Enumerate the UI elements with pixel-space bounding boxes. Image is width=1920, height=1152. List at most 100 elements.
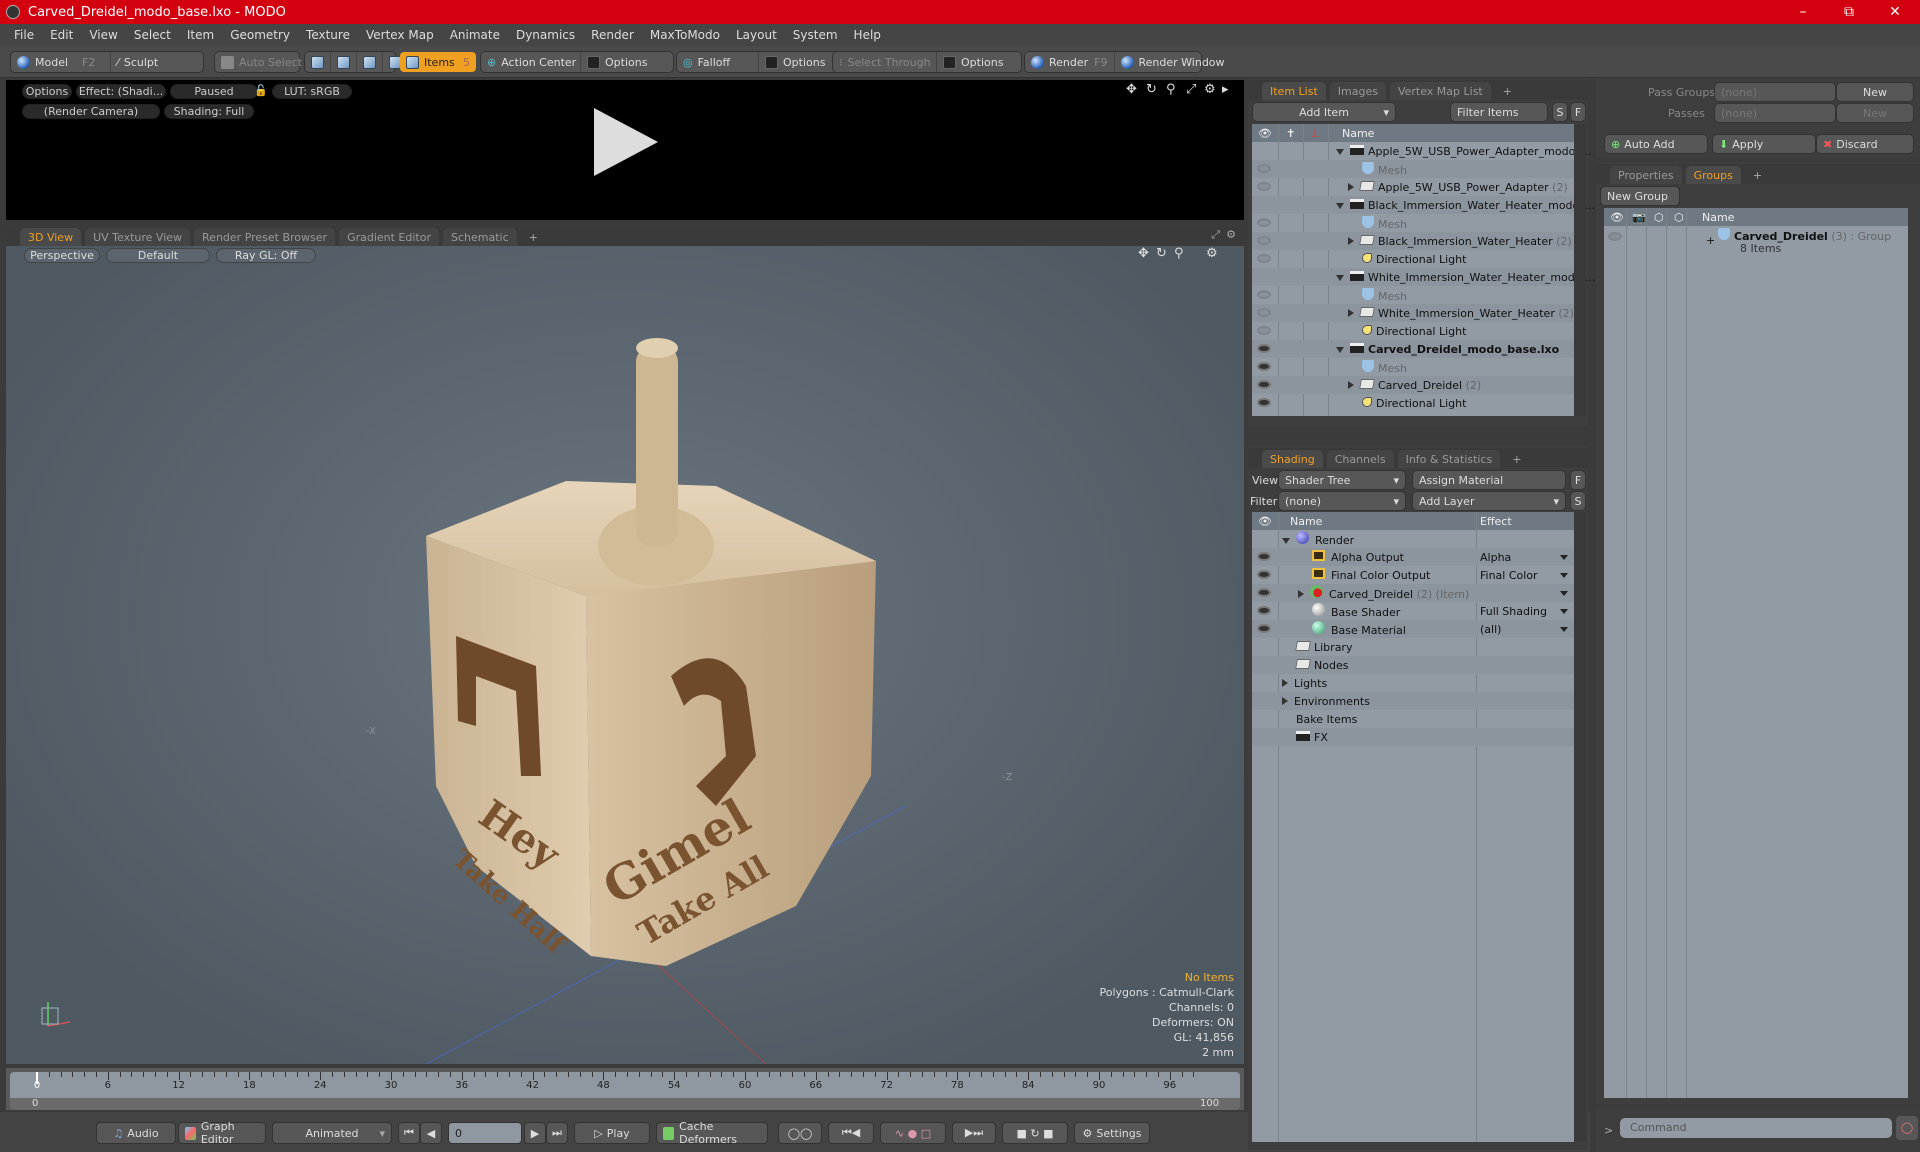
- add-item-dropdown[interactable]: Add Item ▾: [1252, 102, 1396, 122]
- item-row[interactable]: Mesh: [1252, 214, 1574, 232]
- visibility-toggle-icon[interactable]: [1257, 362, 1271, 371]
- panel-menu-arrow-icon[interactable]: ▸: [1222, 82, 1229, 97]
- close-button[interactable]: ✕: [1872, 0, 1918, 24]
- chevron-down-icon[interactable]: [1560, 573, 1568, 578]
- expand-closed-icon[interactable]: [1348, 308, 1354, 317]
- go-to-end-button[interactable]: ⏭: [546, 1122, 568, 1144]
- 3d-viewport[interactable]: Perspective Default Ray GL: Off ✥ ↻ ⚲ ⚙ …: [6, 246, 1244, 1064]
- item-row[interactable]: Mesh: [1252, 286, 1574, 304]
- visibility-toggle-icon[interactable]: [1257, 606, 1271, 615]
- chevron-down-icon[interactable]: [1560, 627, 1568, 632]
- expand-open-icon[interactable]: [1336, 148, 1344, 155]
- gear-icon[interactable]: ⚙: [1204, 82, 1216, 97]
- visibility-toggle-icon[interactable]: [1257, 326, 1271, 335]
- shader-row[interactable]: Carved_Dreidel (2) (Item): [1252, 584, 1574, 602]
- s-button[interactable]: S: [1570, 491, 1586, 511]
- play-button[interactable]: ▷ Play: [574, 1122, 650, 1144]
- add-tab-button[interactable]: +: [521, 228, 546, 246]
- menu-animate[interactable]: Animate: [442, 28, 508, 42]
- pass-groups-dropdown[interactable]: (none): [1714, 82, 1836, 102]
- menu-file[interactable]: File: [6, 28, 42, 42]
- maximize-icon[interactable]: ⤢: [1211, 228, 1220, 242]
- menu-render[interactable]: Render: [583, 28, 642, 42]
- effect-dropdown[interactable]: Full Shading: [1480, 605, 1547, 618]
- shader-row[interactable]: FX: [1252, 728, 1574, 746]
- record-macro-icon[interactable]: ◯: [1896, 1116, 1918, 1140]
- new-pass-button[interactable]: New: [1836, 103, 1914, 123]
- record-buttons[interactable]: ∿ ● □: [880, 1122, 946, 1144]
- visibility-toggle-icon[interactable]: [1257, 552, 1271, 561]
- audio-button[interactable]: ♫ Audio: [96, 1122, 176, 1144]
- new-pass-group-button[interactable]: New: [1836, 82, 1914, 102]
- command-input[interactable]: Command: [1620, 1118, 1892, 1138]
- s-button[interactable]: S: [1552, 102, 1568, 122]
- chevron-down-icon[interactable]: [1560, 609, 1568, 614]
- effect-dropdown[interactable]: (all): [1480, 623, 1501, 636]
- gear-icon[interactable]: ⚙: [1226, 228, 1236, 241]
- visibility-toggle-icon[interactable]: [1257, 236, 1271, 245]
- preview-options-button[interactable]: Options: [22, 84, 72, 99]
- expand-plus-icon[interactable]: +: [1706, 234, 1715, 247]
- add-tab-button[interactable]: +: [1504, 450, 1529, 468]
- chevron-down-icon[interactable]: [1560, 555, 1568, 560]
- timeline-range-bar[interactable]: 0 100: [10, 1098, 1240, 1110]
- add-tab-button[interactable]: +: [1495, 82, 1520, 100]
- effect-column-header[interactable]: Effect: [1480, 515, 1512, 528]
- lock-icon[interactable]: 🔓: [254, 84, 268, 97]
- shader-row[interactable]: Lights: [1252, 674, 1574, 692]
- falloff-button[interactable]: ◎ Falloff: [677, 52, 759, 72]
- visibility-toggle-icon[interactable]: [1257, 182, 1271, 191]
- discard-button[interactable]: ✖ Discard: [1816, 134, 1914, 154]
- item-row[interactable]: Directional Light: [1252, 322, 1574, 340]
- pan-icon[interactable]: ✥: [1126, 82, 1137, 97]
- item-row[interactable]: Directional Light: [1252, 394, 1574, 412]
- animated-dropdown[interactable]: Animated ▾: [272, 1122, 392, 1144]
- prev-keyframe-buttons[interactable]: ⏮◀: [828, 1122, 874, 1144]
- item-row[interactable]: Apple_5W_USB_Power_Adapter_modo_...: [1252, 142, 1591, 160]
- filter-items-input[interactable]: Filter Items: [1450, 102, 1548, 122]
- menu-edit[interactable]: Edit: [42, 28, 81, 42]
- group-row[interactable]: + Carved_Dreidel (3) : Group 8 Items: [1604, 228, 1908, 260]
- name-column-header[interactable]: Name: [1702, 211, 1734, 224]
- effect-dropdown[interactable]: Alpha: [1480, 551, 1511, 564]
- tab-info-statistics[interactable]: Info & Statistics: [1397, 450, 1501, 468]
- chevron-down-icon[interactable]: [1560, 591, 1568, 596]
- tab-uv-texture-view[interactable]: UV Texture View: [85, 228, 191, 246]
- visibility-toggle-icon[interactable]: [1257, 588, 1271, 597]
- filter-dropdown[interactable]: (none) ▾: [1278, 491, 1406, 511]
- action-center-options-button[interactable]: Options: [581, 52, 653, 72]
- tab-item-list[interactable]: Item List: [1262, 82, 1326, 100]
- tab-images[interactable]: Images: [1329, 82, 1386, 100]
- dreidel-model[interactable]: Hey Take Half Gimel Take All: [416, 306, 886, 986]
- visibility-toggle-icon[interactable]: [1257, 570, 1271, 579]
- render-window-button[interactable]: Render Window: [1115, 52, 1231, 72]
- expand-open-icon[interactable]: [1282, 538, 1290, 544]
- new-group-button[interactable]: New Group: [1600, 186, 1680, 206]
- item-row[interactable]: White_Immersion_Water_Heater_modo ...: [1252, 268, 1595, 286]
- next-keyframe-buttons[interactable]: ▶⏭: [952, 1122, 996, 1144]
- camera-dropdown[interactable]: (Render Camera): [22, 104, 160, 119]
- shader-row[interactable]: Library: [1252, 638, 1574, 656]
- falloff-options-button[interactable]: Options: [759, 52, 831, 72]
- shader-row[interactable]: Nodes: [1252, 656, 1574, 674]
- shading-scrollbar[interactable]: [1574, 512, 1586, 1142]
- tab-render-preset-browser[interactable]: Render Preset Browser: [194, 228, 336, 246]
- passes-dropdown[interactable]: (none): [1714, 103, 1836, 123]
- item-row[interactable]: Apple_5W_USB_Power_Adapter (2): [1252, 178, 1574, 196]
- tab-gradient-editor[interactable]: Gradient Editor: [339, 228, 439, 246]
- restore-button[interactable]: ⧉: [1826, 0, 1872, 24]
- add-tab-button[interactable]: +: [1745, 166, 1770, 184]
- apply-button[interactable]: ⬇ Apply: [1712, 134, 1816, 154]
- tab-properties[interactable]: Properties: [1610, 166, 1682, 184]
- visibility-toggle-icon[interactable]: [1257, 398, 1271, 407]
- timeline-ruler[interactable]: 0 6 12 18 24 30 36 42 48 54 60 66 72 78 84 90 96: [10, 1072, 1240, 1098]
- tab-vertex-map-list[interactable]: Vertex Map List: [1389, 82, 1491, 100]
- expand-closed-icon[interactable]: [1348, 182, 1354, 191]
- select-through-options-button[interactable]: Options: [937, 52, 1009, 72]
- expand-closed-icon[interactable]: [1282, 678, 1288, 687]
- menu-help[interactable]: Help: [846, 28, 889, 42]
- item-row[interactable]: Mesh: [1252, 160, 1574, 178]
- settings-button[interactable]: ⚙ Settings: [1074, 1122, 1150, 1144]
- shader-row[interactable]: Alpha Output Alpha: [1252, 548, 1574, 566]
- minimize-button[interactable]: –: [1780, 0, 1826, 24]
